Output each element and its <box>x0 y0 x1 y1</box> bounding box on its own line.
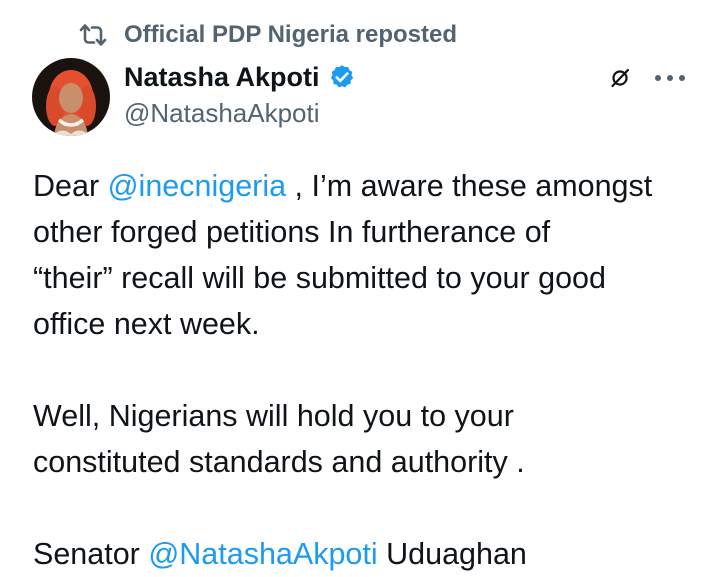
tweet-text-segment: Uduaghan <box>377 537 527 571</box>
tweet-line: other forged petitions In furtherance of <box>33 215 551 249</box>
tweet-text-segment: , I’m aware these amongst <box>286 169 653 203</box>
repost-header[interactable]: Official PDP Nigeria reposted <box>78 18 457 52</box>
author-name[interactable]: Natasha Akpoti <box>124 62 320 93</box>
tweet-paragraph: Well, Nigerians will hold you to your co… <box>33 393 703 485</box>
tweet-text-segment: Dear <box>33 169 108 203</box>
tweet-text: Dear @inecnigeria , I’m aware these amon… <box>33 163 703 577</box>
tweet-line: Senator @NatashaAkpoti Uduaghan <box>33 531 703 577</box>
tweet-line: Well, Nigerians will hold you to your <box>33 399 514 433</box>
tweet-line: constituted standards and authority . <box>33 445 525 479</box>
avatar[interactable] <box>32 58 110 136</box>
tweet-line: office next week. <box>33 307 260 341</box>
verified-badge-icon[interactable] <box>328 63 356 91</box>
tweet-paragraph: Senator @NatashaAkpoti Uduaghan <box>33 531 703 577</box>
author-name-row: Natasha Akpoti <box>124 58 356 96</box>
repost-label: Official PDP Nigeria reposted <box>124 21 457 48</box>
author-handle[interactable]: @NatashaAkpoti <box>124 98 356 129</box>
grok-icon[interactable] <box>608 66 632 90</box>
tweet-paragraph: Dear @inecnigeria , I’m aware these amon… <box>33 163 703 347</box>
more-options-icon[interactable] <box>653 68 687 88</box>
author-block: Natasha Akpoti @NatashaAkpoti <box>124 58 356 129</box>
tweet-line: Dear @inecnigeria , I’m aware these amon… <box>33 163 703 209</box>
tweet-text-segment: Senator <box>33 537 149 571</box>
mention-link-inecnigeria[interactable]: @inecnigeria <box>108 169 286 203</box>
tweet-line: “their” recall will be submitted to your… <box>33 261 606 295</box>
mention-link-natashaakpoti[interactable]: @NatashaAkpoti <box>148 537 377 571</box>
repost-icon <box>78 23 108 47</box>
